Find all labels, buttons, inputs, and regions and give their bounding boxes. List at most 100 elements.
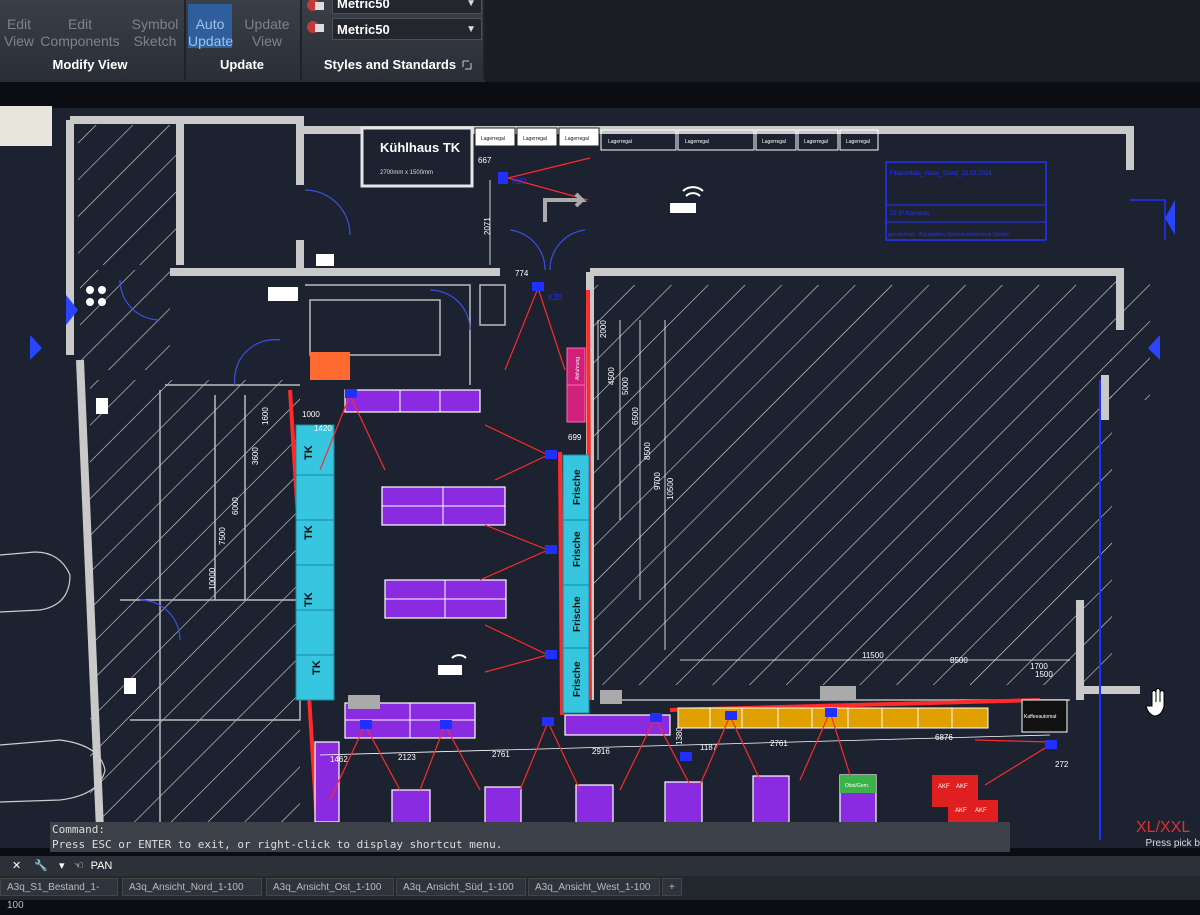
modify-view-panel-label: Modify View bbox=[52, 57, 128, 72]
layout-tab[interactable]: A3q_Ansicht_West_1-100 bbox=[528, 878, 660, 896]
tk-label: TK bbox=[303, 592, 315, 607]
lagerregal-label: Lagerregal bbox=[481, 136, 505, 142]
camera-icon bbox=[650, 713, 662, 722]
svg-text:667: 667 bbox=[478, 156, 492, 165]
abfuhrung-label: Abfuhrung bbox=[575, 357, 581, 380]
kaffee-label: Kaffeeautomat bbox=[1024, 714, 1057, 720]
auto-update-icon bbox=[201, 4, 219, 14]
camera-icon bbox=[345, 389, 357, 398]
hatched-area bbox=[78, 125, 178, 265]
command-line[interactable]: ✕ 🔧 ▾ ☜ PAN bbox=[0, 856, 1200, 876]
panel-launcher-icon[interactable] bbox=[462, 60, 472, 70]
svg-text:1500: 1500 bbox=[1035, 670, 1053, 679]
pan-cursor-icon bbox=[1145, 688, 1165, 717]
layout-tab[interactable]: A3q_Ansicht_Ost_1-100 bbox=[266, 878, 394, 896]
camera-icon bbox=[825, 708, 837, 717]
svg-text:774: 774 bbox=[515, 269, 529, 278]
svg-text:1000: 1000 bbox=[302, 410, 320, 419]
edit-view-icon bbox=[10, 4, 28, 14]
svg-text:AKF: AKF bbox=[938, 784, 950, 790]
hand-icon: ☜ bbox=[73, 860, 84, 872]
svg-text:6000: 6000 bbox=[231, 497, 240, 515]
camera-icon bbox=[498, 172, 508, 184]
svg-text:4500: 4500 bbox=[607, 367, 616, 385]
canvas-corner-patch bbox=[0, 106, 52, 146]
status-hint: Press pick b bbox=[1145, 838, 1200, 849]
camera-label: K20 bbox=[512, 177, 527, 186]
tk-label: TK bbox=[311, 660, 323, 675]
title-block-line: 22 IP Kameras bbox=[890, 211, 930, 217]
section-marker-icon bbox=[1165, 200, 1175, 235]
style-combo-bottom[interactable]: Metric50 ▼ bbox=[332, 18, 482, 40]
hatched-area bbox=[90, 380, 300, 830]
chevron-down-icon[interactable]: ▾ bbox=[59, 860, 65, 872]
update-panel-label: Update bbox=[219, 57, 265, 72]
auto-update-button[interactable]: Auto Update bbox=[188, 4, 233, 49]
frische-column: Frische Frische Frische Frische bbox=[562, 454, 590, 714]
wifi-icon bbox=[438, 654, 467, 675]
lagerregal-label: Lagerregal bbox=[565, 136, 589, 142]
svg-text:11500: 11500 bbox=[862, 651, 884, 660]
svg-text:1600: 1600 bbox=[261, 407, 270, 425]
frische-label: Frische bbox=[572, 531, 583, 567]
camera-icon bbox=[545, 545, 557, 554]
layout-tab[interactable]: A3q_Ansicht_Nord_1-100 bbox=[122, 878, 262, 896]
svg-text:2916: 2916 bbox=[592, 747, 610, 756]
ribbon-separator bbox=[483, 0, 485, 80]
camera-icon bbox=[542, 717, 554, 726]
camera-icon bbox=[1045, 740, 1057, 749]
chevron-down-icon: ▼ bbox=[466, 24, 476, 35]
sheet-size-label: XL/XXL bbox=[1136, 819, 1190, 836]
svg-text:2000: 2000 bbox=[599, 320, 608, 338]
current-command: PAN bbox=[90, 860, 113, 872]
svg-text:1420: 1420 bbox=[314, 424, 332, 433]
lagerregal-label: Lagerregal bbox=[762, 139, 786, 145]
svg-text:1380: 1380 bbox=[675, 727, 684, 745]
wrench-icon[interactable]: 🔧 bbox=[34, 860, 48, 872]
lagerregal-label: Lagerregal bbox=[608, 139, 632, 145]
styles-panel-label: Styles and Standards bbox=[323, 57, 457, 72]
camera-icon bbox=[532, 282, 544, 291]
svg-text:5000: 5000 bbox=[621, 377, 630, 395]
ribbon-empty-area bbox=[485, 0, 1200, 82]
symbol-sketch-button[interactable]: Symbol Sketch bbox=[128, 4, 182, 49]
svg-text:10000: 10000 bbox=[208, 567, 217, 590]
camera-icon bbox=[680, 752, 692, 761]
drawing-canvas[interactable]: Kühlhaus TK 2700mm x 1500mm Lagerregal L… bbox=[0, 108, 1200, 848]
svg-text:3600: 3600 bbox=[251, 447, 260, 465]
frische-label: Frische bbox=[572, 661, 583, 697]
lagerregal-label: Lagerregal bbox=[523, 136, 547, 142]
style-combo-top[interactable]: Metric50 ▼ bbox=[332, 0, 482, 14]
edit-components-icon bbox=[71, 4, 89, 14]
svg-text:9700: 9700 bbox=[653, 472, 662, 490]
svg-text:AKF: AKF bbox=[975, 808, 987, 814]
command-label: Command: bbox=[52, 823, 105, 836]
title-block-line: Filialumbau_Video_Stand_22.03.2024 bbox=[890, 171, 992, 177]
tk-label: TK bbox=[303, 445, 315, 460]
svg-text:8500: 8500 bbox=[950, 656, 968, 665]
lagerregal-label: Lagerregal bbox=[804, 139, 828, 145]
edit-view-button[interactable]: Edit View bbox=[0, 4, 38, 49]
svg-text:2761: 2761 bbox=[492, 750, 510, 759]
ribbon-separator bbox=[184, 0, 186, 80]
ribbon-separator bbox=[300, 0, 302, 80]
svg-text:272: 272 bbox=[1055, 760, 1069, 769]
register-unit bbox=[600, 690, 622, 704]
svg-text:2761: 2761 bbox=[770, 739, 788, 748]
lagerregal-label: Lagerregal bbox=[846, 139, 870, 145]
svg-text:8500: 8500 bbox=[643, 442, 652, 460]
camera-icon bbox=[360, 720, 372, 729]
command-prompt: Press ESC or ENTER to exit, or right-cli… bbox=[52, 838, 503, 851]
add-layout-button[interactable]: + bbox=[662, 878, 682, 896]
section-marker-icon bbox=[30, 335, 42, 360]
style-manager-icon bbox=[307, 0, 324, 11]
edit-components-button[interactable]: Edit Components bbox=[40, 4, 120, 49]
tk-freezer-column: TK TK TK TK bbox=[295, 424, 335, 701]
update-view-button[interactable]: Update View bbox=[238, 4, 296, 49]
kuehlhaus-box bbox=[360, 126, 474, 188]
obst-label: Obst/Gem. bbox=[845, 783, 869, 789]
layout-tab[interactable]: A3q_S1_Bestand_1-100 bbox=[0, 878, 118, 911]
layout-tab[interactable]: A3q_Ansicht_Süd_1-100 bbox=[396, 878, 526, 896]
close-icon[interactable]: ✕ bbox=[12, 860, 21, 872]
purple-shelf-dividers bbox=[345, 390, 506, 738]
